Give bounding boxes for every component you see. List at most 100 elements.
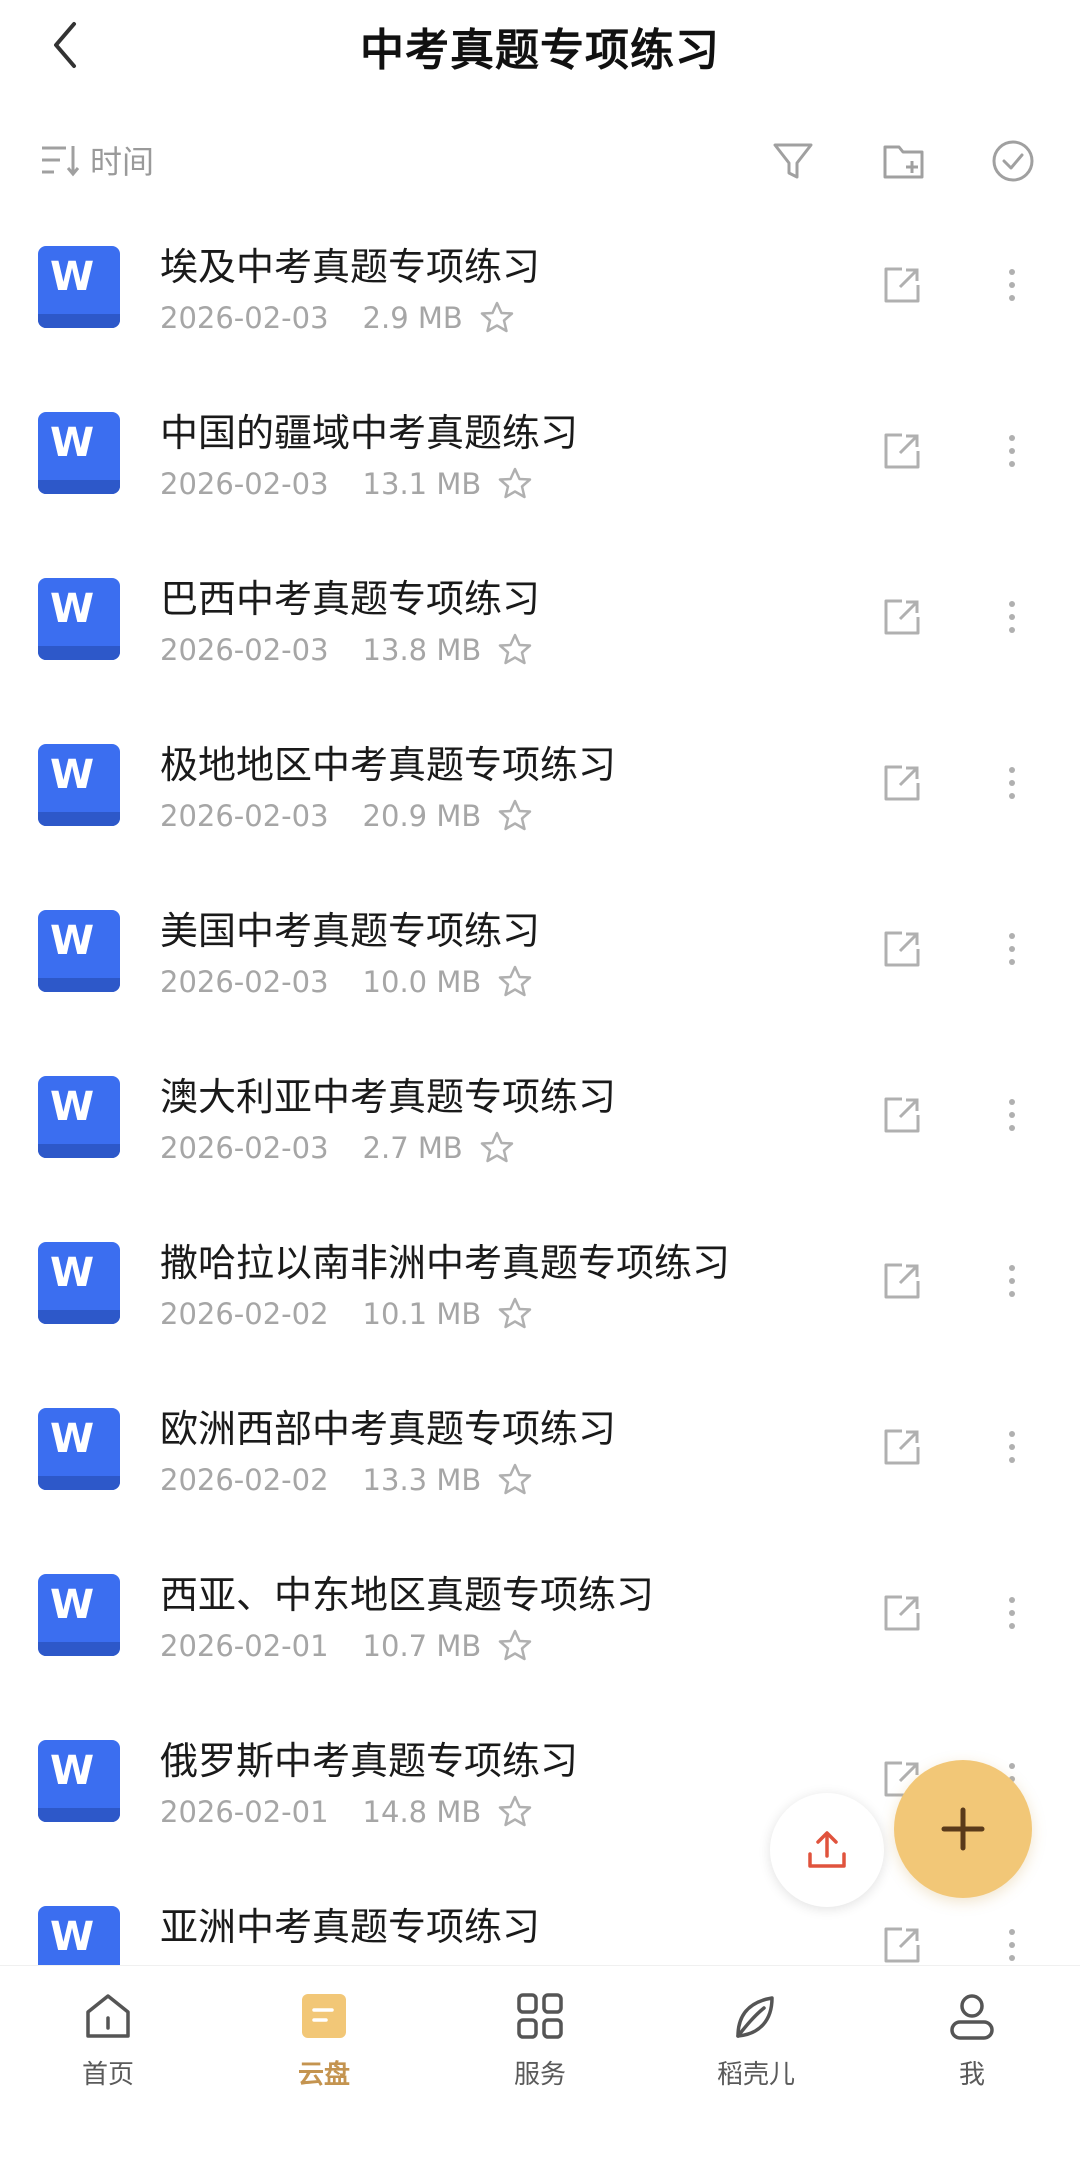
more-button[interactable]	[992, 1918, 1032, 1965]
tab-docer[interactable]: 稻壳儿	[648, 1986, 864, 2106]
external-link-icon	[884, 931, 920, 967]
more-vertical-icon	[1009, 767, 1015, 799]
file-size: 10.1 MB	[362, 1297, 482, 1331]
tab-services[interactable]: 服务	[432, 1986, 648, 2106]
word-doc-icon: W	[38, 744, 120, 826]
open-external-button[interactable]	[877, 924, 927, 974]
tab-cloud-drive[interactable]: 云盘	[216, 1986, 432, 2106]
star-icon[interactable]	[495, 796, 535, 836]
file-list: W 埃及中考真题专项练习 2026-02-03 2.9 MB W 中国的疆域中考…	[0, 220, 1080, 1965]
header: 中考真题专项练习	[0, 0, 1080, 90]
list-item[interactable]: W 撒哈拉以南非洲中考真题专项练习 2026-02-02 10.1 MB	[0, 1216, 1080, 1382]
open-external-button[interactable]	[877, 426, 927, 476]
more-button[interactable]	[992, 1420, 1032, 1474]
star-icon[interactable]	[495, 630, 535, 670]
new-folder-button[interactable]	[880, 136, 930, 186]
word-doc-icon: W	[38, 1574, 120, 1656]
file-size: 2.9 MB	[362, 301, 463, 335]
more-vertical-icon	[1009, 1265, 1015, 1297]
more-button[interactable]	[992, 1254, 1032, 1308]
file-name: 巴西中考真题专项练习	[160, 577, 541, 621]
word-doc-icon: W	[38, 1740, 120, 1822]
file-size: 10.0 MB	[362, 965, 482, 999]
file-meta: 2026-02-01 14.8 MB	[160, 1792, 535, 1832]
page-title: 中考真题专项练习	[360, 25, 720, 76]
file-size: 20.9 MB	[362, 799, 482, 833]
open-external-button[interactable]	[877, 1090, 927, 1140]
tab-me[interactable]: 我	[864, 1986, 1080, 2106]
list-item[interactable]: W 澳大利亚中考真题专项练习 2026-02-03 2.7 MB	[0, 1050, 1080, 1216]
external-link-icon	[884, 1263, 920, 1299]
external-link-icon	[884, 267, 920, 303]
more-vertical-icon	[1009, 1597, 1015, 1629]
open-external-button[interactable]	[877, 1920, 927, 1965]
open-external-button[interactable]	[877, 1422, 927, 1472]
file-name: 美国中考真题专项练习	[160, 909, 541, 953]
tab-label: 首页	[81, 2060, 134, 2090]
star-icon[interactable]	[477, 298, 517, 338]
folder-plus-icon	[883, 145, 924, 179]
file-date: 2026-02-03	[160, 1131, 329, 1165]
external-link-icon	[884, 1097, 920, 1133]
file-name: 撒哈拉以南非洲中考真题专项练习	[160, 1241, 731, 1285]
open-external-button[interactable]	[877, 1256, 927, 1306]
word-doc-icon: W	[38, 910, 120, 992]
list-item[interactable]: W 西亚、中东地区真题专项练习 2026-02-01 10.7 MB	[0, 1548, 1080, 1714]
sort-label: 时间	[90, 143, 155, 181]
upload-icon	[808, 1831, 846, 1868]
tab-label: 我	[958, 2060, 985, 2090]
more-vertical-icon	[1009, 435, 1015, 467]
star-icon[interactable]	[495, 1626, 535, 1666]
file-size: 2.7 MB	[362, 1131, 463, 1165]
more-button[interactable]	[992, 258, 1032, 312]
star-icon[interactable]	[495, 1294, 535, 1334]
grid-icon	[510, 1986, 570, 2046]
file-size: 10.7 MB	[362, 1629, 482, 1663]
open-external-button[interactable]	[877, 592, 927, 642]
more-vertical-icon	[1009, 1929, 1015, 1961]
filter-button[interactable]	[768, 136, 818, 186]
file-date: 2026-02-03	[160, 467, 329, 501]
file-meta: 2026-02-03 20.9 MB	[160, 796, 535, 836]
more-button[interactable]	[992, 590, 1032, 644]
list-item[interactable]: W 亚洲中考真题专项练习	[0, 1880, 1080, 1965]
star-icon[interactable]	[477, 1128, 517, 1168]
add-button[interactable]	[894, 1760, 1032, 1898]
star-icon[interactable]	[495, 1792, 535, 1832]
file-name: 中国的疆域中考真题练习	[160, 411, 579, 455]
open-external-button[interactable]	[877, 1588, 927, 1638]
more-button[interactable]	[992, 1586, 1032, 1640]
file-meta: 2026-02-03 2.9 MB	[160, 298, 517, 338]
word-doc-icon: W	[38, 578, 120, 660]
more-button[interactable]	[992, 756, 1032, 810]
list-item[interactable]: W 埃及中考真题专项练习 2026-02-03 2.9 MB	[0, 220, 1080, 386]
open-external-button[interactable]	[877, 260, 927, 310]
list-item[interactable]: W 极地地区中考真题专项练习 2026-02-03 20.9 MB	[0, 718, 1080, 884]
more-vertical-icon	[1009, 269, 1015, 301]
sort-button[interactable]: 时间	[40, 130, 154, 190]
list-item[interactable]: W 巴西中考真题专项练习 2026-02-03 13.8 MB	[0, 552, 1080, 718]
plus-icon	[941, 1807, 985, 1851]
tab-home[interactable]: 首页	[0, 1986, 216, 2106]
list-item[interactable]: W 中国的疆域中考真题练习 2026-02-03 13.1 MB	[0, 386, 1080, 552]
upload-button[interactable]	[770, 1793, 884, 1907]
word-doc-icon: W	[38, 1408, 120, 1490]
more-button[interactable]	[992, 1088, 1032, 1142]
star-icon[interactable]	[495, 1460, 535, 1500]
file-meta: 2026-02-02 10.1 MB	[160, 1294, 535, 1334]
file-date: 2026-02-03	[160, 965, 329, 999]
file-date: 2026-02-02	[160, 1297, 329, 1331]
star-icon[interactable]	[495, 962, 535, 1002]
external-link-icon	[884, 599, 920, 635]
word-doc-icon: W	[38, 1242, 120, 1324]
open-external-button[interactable]	[877, 758, 927, 808]
file-name: 欧洲西部中考真题专项练习	[160, 1407, 617, 1451]
select-button[interactable]	[988, 136, 1038, 186]
star-icon[interactable]	[495, 464, 535, 504]
list-item[interactable]: W 欧洲西部中考真题专项练习 2026-02-02 13.3 MB	[0, 1382, 1080, 1548]
more-button[interactable]	[992, 424, 1032, 478]
cloud-drive-icon	[294, 1986, 354, 2046]
more-button[interactable]	[992, 922, 1032, 976]
file-size: 13.1 MB	[362, 467, 482, 501]
list-item[interactable]: W 美国中考真题专项练习 2026-02-03 10.0 MB	[0, 884, 1080, 1050]
